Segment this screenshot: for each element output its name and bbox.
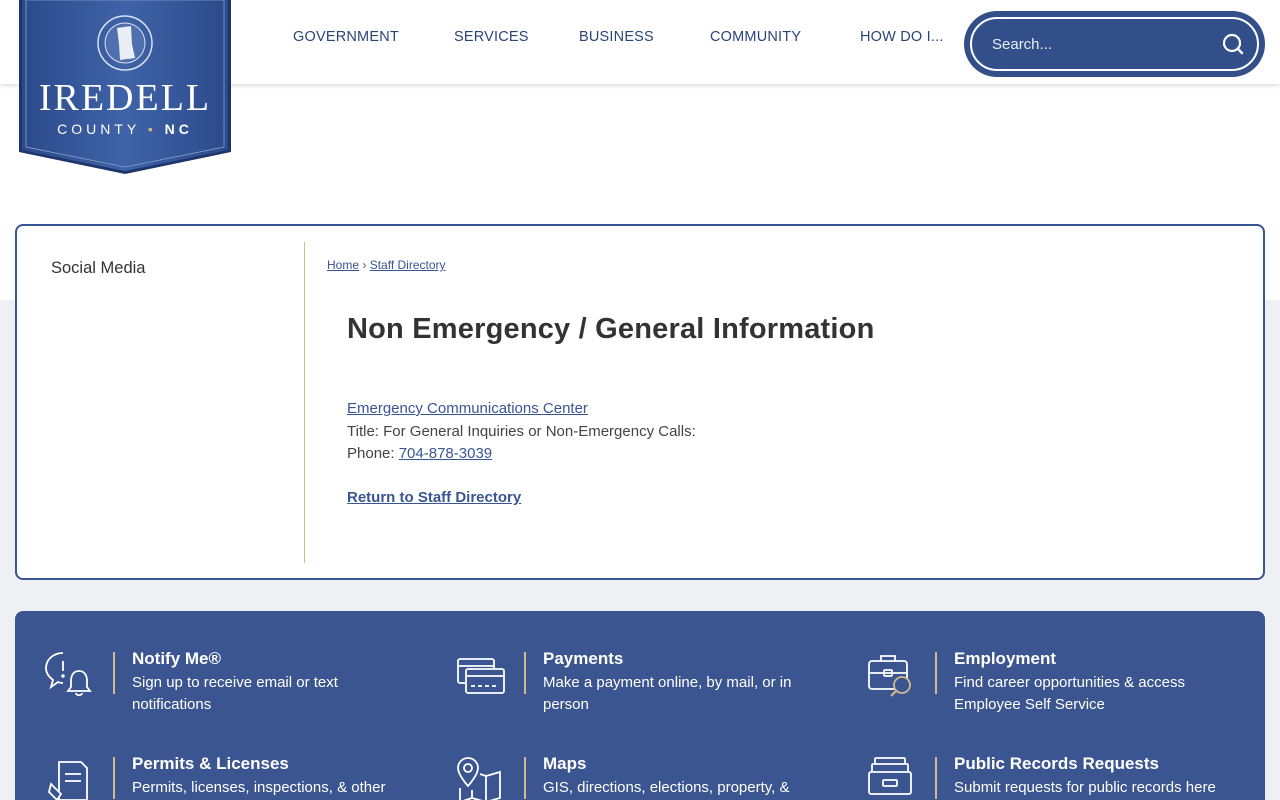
quick-link-divider [524, 757, 526, 799]
quick-link-title: Payments [543, 649, 624, 668]
quick-link-text: Notify Me® Sign up to receive email or t… [132, 649, 362, 716]
search-box [964, 11, 1265, 77]
quick-link-text: Public Records Requests Submit requests … [954, 754, 1244, 800]
map-pin-icon [452, 754, 508, 800]
quick-link-desc: Find career opportunities & access Emplo… [954, 674, 1185, 713]
nav-item-community[interactable]: COMMUNITY [710, 29, 801, 45]
records-tray-icon [863, 754, 919, 800]
payment-card-icon [452, 649, 508, 705]
breadcrumb-home-link[interactable]: Home [327, 258, 359, 272]
return-to-directory-link[interactable]: Return to Staff Directory [347, 489, 521, 506]
quick-link-maps[interactable]: Maps GIS, directions, elections, propert… [452, 754, 823, 800]
quick-link-desc: Sign up to receive email or text notific… [132, 674, 338, 713]
nav-item-government[interactable]: GOVERNMENT [293, 29, 399, 45]
quick-link-text: Maps GIS, directions, elections, propert… [543, 754, 823, 800]
quick-link-divider [524, 652, 526, 694]
quick-link-divider [935, 757, 937, 799]
staff-title-line: Title: For General Inquiries or Non-Emer… [347, 421, 696, 444]
breadcrumb: Home › Staff Directory [327, 258, 446, 272]
quick-link-employment[interactable]: Employment Find career opportunities & a… [863, 649, 1224, 716]
quick-link-public-records[interactable]: Public Records Requests Submit requests … [863, 754, 1244, 800]
logo-wordmark: IREDELL [38, 77, 212, 119]
staff-phone-line: Phone: 704-878-3039 [347, 443, 696, 466]
logo-dot: • [147, 121, 157, 137]
quick-link-text: Employment Find career opportunities & a… [954, 649, 1224, 716]
quick-link-text: Payments Make a payment online, by mail,… [543, 649, 813, 716]
content-card: Social Media Home › Staff Directory Non … [15, 224, 1265, 580]
search-input[interactable] [992, 35, 1219, 53]
staff-entry: Emergency Communications Center Title: F… [347, 398, 696, 466]
quick-link-title: Maps [543, 754, 587, 773]
logo-subtitle: COUNTY • NC [19, 121, 231, 137]
quick-link-desc: Permits, licenses, inspections, & other [132, 779, 386, 796]
permit-document-icon [41, 754, 97, 800]
phone-link[interactable]: 704-878-3039 [399, 445, 492, 462]
quick-link-divider [935, 652, 937, 694]
nav-item-services[interactable]: SERVICES [454, 29, 529, 45]
quick-link-desc: Submit requests for public records here [954, 779, 1216, 796]
page-title: Non Emergency / General Information [347, 313, 875, 345]
logo-state-text: NC [164, 121, 193, 137]
breadcrumb-separator: › [362, 258, 367, 272]
sidebar-social-media[interactable]: Social Media [51, 259, 145, 278]
quick-links-panel: Notify Me® Sign up to receive email or t… [15, 611, 1265, 800]
notify-bell-icon [41, 649, 97, 705]
sidebar-divider [304, 242, 305, 563]
title-value: For General Inquiries or Non-Emergency C… [383, 422, 696, 440]
phone-label: Phone: [347, 445, 395, 462]
county-logo[interactable]: IREDELL COUNTY • NC [19, 0, 231, 176]
briefcase-search-icon [863, 649, 919, 705]
logo-county-text: COUNTY [57, 121, 140, 137]
quick-link-notify-me[interactable]: Notify Me® Sign up to receive email or t… [41, 649, 362, 716]
quick-link-permits[interactable]: Permits & Licenses Permits, licenses, in… [41, 754, 412, 800]
nav-item-how-do-i[interactable]: HOW DO I... [860, 29, 944, 45]
quick-link-desc: Make a payment online, by mail, or in pe… [543, 674, 792, 713]
department-link[interactable]: Emergency Communications Center [347, 400, 588, 417]
quick-link-payments[interactable]: Payments Make a payment online, by mail,… [452, 649, 813, 716]
title-label: Title: [347, 422, 379, 440]
quick-link-divider [113, 652, 115, 694]
quick-link-desc: GIS, directions, elections, property, & [543, 779, 790, 796]
nav-item-business[interactable]: BUSINESS [579, 29, 654, 45]
search-field-outline [970, 17, 1259, 71]
quick-link-title: Public Records Requests [954, 754, 1160, 773]
quick-link-text: Permits & Licenses Permits, licenses, in… [132, 754, 412, 800]
quick-link-title: Employment [954, 649, 1057, 668]
search-icon[interactable] [1219, 30, 1247, 58]
quick-link-title: Permits & Licenses [132, 754, 289, 773]
quick-link-title: Notify Me® [132, 649, 222, 668]
quick-link-divider [113, 757, 115, 799]
breadcrumb-staff-directory-link[interactable]: Staff Directory [370, 258, 446, 272]
